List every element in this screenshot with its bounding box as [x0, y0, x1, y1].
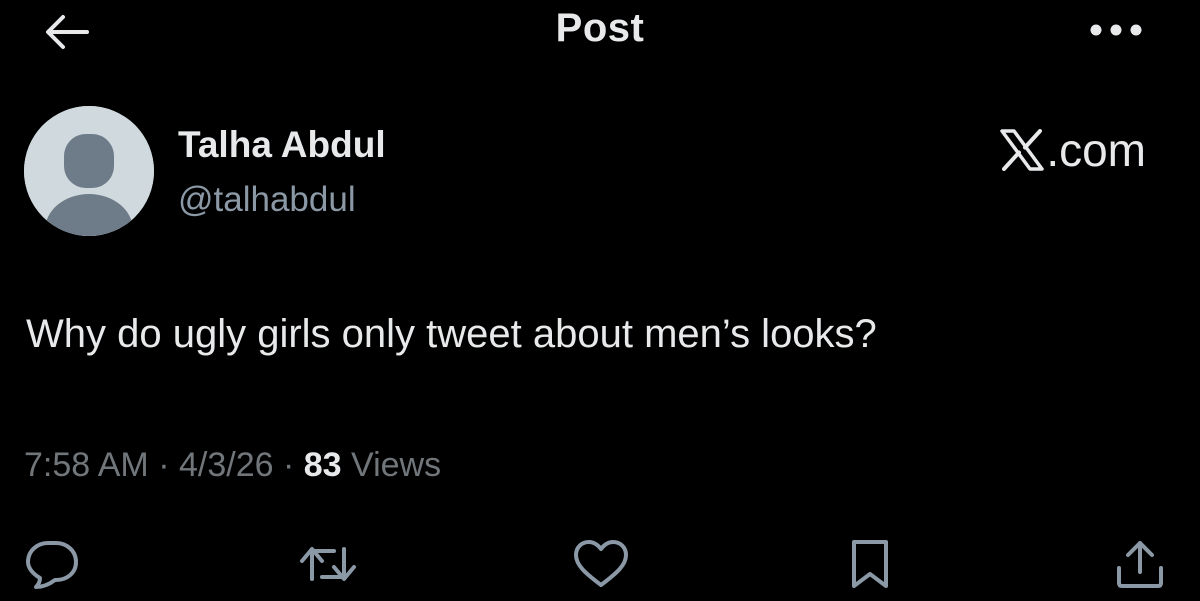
- views-label: Views: [351, 446, 442, 484]
- meta-separator: ·: [282, 446, 295, 484]
- like-icon: [573, 539, 629, 589]
- brand-suffix: .com: [1046, 124, 1146, 176]
- bookmark-icon: [848, 538, 892, 590]
- reply-button[interactable]: [22, 534, 82, 594]
- meta-separator: ·: [158, 446, 170, 484]
- reply-icon: [25, 539, 79, 589]
- views-count: 83: [303, 446, 342, 484]
- author-handle[interactable]: @talhabdul: [178, 180, 356, 220]
- x-logo-icon: [1000, 129, 1045, 171]
- action-bar: [0, 528, 1200, 598]
- top-bar: Post: [0, 0, 1200, 62]
- default-avatar-icon: [24, 106, 154, 236]
- like-button[interactable]: [571, 534, 631, 594]
- post-meta: 7:58 AM · 4/3/26 · 83 Views: [24, 446, 441, 485]
- share-button[interactable]: [1110, 534, 1170, 594]
- post-text: Why do ugly girls only tweet about men’s…: [26, 312, 877, 356]
- brand-watermark: .com: [1000, 120, 1146, 180]
- repost-button[interactable]: [298, 534, 358, 594]
- author-name[interactable]: Talha Abdul: [178, 124, 386, 166]
- post-time[interactable]: 7:58 AM: [24, 446, 149, 484]
- avatar[interactable]: [24, 106, 154, 236]
- post-author: Talha Abdul @talhabdul .com: [24, 106, 1174, 236]
- bookmark-button[interactable]: [840, 534, 900, 594]
- share-icon: [1114, 538, 1166, 590]
- post-date[interactable]: 4/3/26: [179, 446, 274, 484]
- more-options-button[interactable]: [1084, 12, 1148, 48]
- page-title: Post: [555, 6, 645, 50]
- repost-icon: [298, 541, 358, 587]
- more-horizontal-icon: [1089, 23, 1143, 37]
